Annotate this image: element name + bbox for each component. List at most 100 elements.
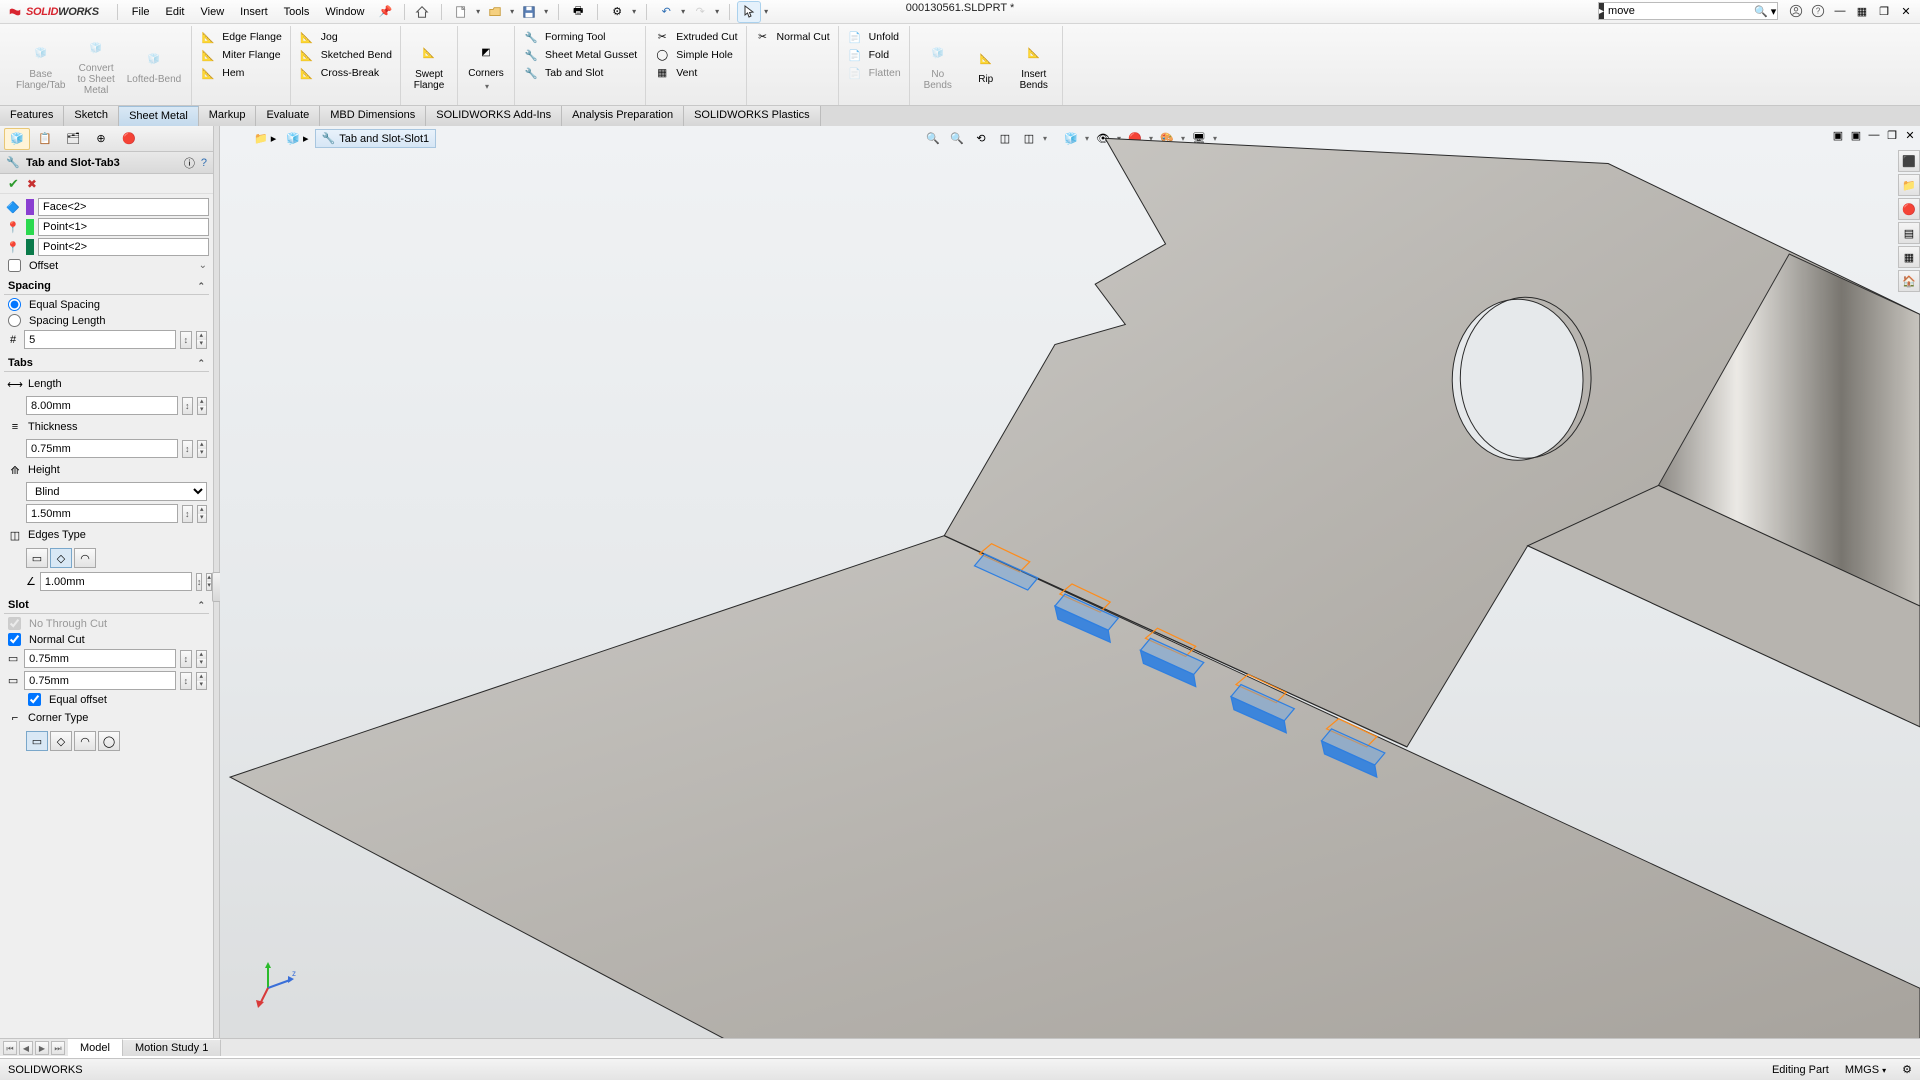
- cmdtab-solidworks-plastics[interactable]: SOLIDWORKS Plastics: [684, 106, 821, 126]
- search-input[interactable]: [1604, 5, 1754, 17]
- selection-face[interactable]: [38, 198, 209, 216]
- offset-checkbox[interactable]: [8, 259, 21, 272]
- close-button[interactable]: ✕: [1896, 2, 1916, 20]
- sketched-bend-button[interactable]: 📐Sketched Bend: [295, 46, 396, 64]
- normal-cut-button[interactable]: ✂Normal Cut: [751, 28, 834, 46]
- equal-spacing-radio[interactable]: [8, 298, 21, 311]
- edge-val-input[interactable]: [40, 572, 192, 591]
- new-button[interactable]: [450, 2, 472, 22]
- graphics-area[interactable]: 📁 ▸ 🧊 ▸ 🔧 Tab and Slot-Slot1 🔍 🔍 ⟲ ◫ ◫▾ …: [220, 126, 1920, 1056]
- extruded-cut-button[interactable]: ✂Extruded Cut: [650, 28, 741, 46]
- slot-l-input[interactable]: [24, 649, 176, 668]
- tabs-header[interactable]: Tabs⌃: [4, 355, 209, 372]
- simple-hole-button[interactable]: ◯Simple Hole: [650, 46, 741, 64]
- corner-fillet-button[interactable]: ◠: [74, 731, 96, 751]
- model-tab[interactable]: Model: [68, 1039, 123, 1056]
- swept-flange-button[interactable]: 📐Swept Flange: [405, 26, 453, 105]
- restore-button[interactable]: ❐: [1874, 2, 1894, 20]
- cmdtab-sheet-metal[interactable]: Sheet Metal: [119, 106, 199, 126]
- slot-header[interactable]: Slot⌃: [4, 597, 209, 614]
- cmdtab-analysis-preparation[interactable]: Analysis Preparation: [562, 106, 684, 126]
- config-manager-tab[interactable]: 🗂: [60, 128, 86, 150]
- minimize-button[interactable]: —: [1830, 2, 1850, 20]
- corner-round-button[interactable]: ◯: [98, 731, 120, 751]
- status-custom-icon[interactable]: ⚙: [1902, 1063, 1912, 1076]
- save-button[interactable]: [518, 2, 540, 22]
- menu-tools[interactable]: Tools: [276, 3, 318, 21]
- menu-file[interactable]: File: [124, 3, 158, 21]
- cmdtab-mbd-dimensions[interactable]: MBD Dimensions: [320, 106, 426, 126]
- corners-button[interactable]: ◩Corners▾: [462, 26, 510, 105]
- pin-icon[interactable]: 📌: [372, 5, 398, 18]
- spacing-count-input[interactable]: [24, 330, 176, 349]
- undo-button[interactable]: ↶: [655, 2, 677, 22]
- model-view[interactable]: [220, 126, 1920, 1056]
- cmdtab-solidworks-add-ins[interactable]: SOLIDWORKS Add-Ins: [426, 106, 562, 126]
- selection-point1[interactable]: [38, 218, 209, 236]
- edge-sharp-button[interactable]: ▭: [26, 548, 48, 568]
- print-button[interactable]: 🖶: [567, 2, 589, 22]
- cancel-button[interactable]: ✖: [27, 177, 37, 191]
- tab-last-button[interactable]: ⏭: [51, 1041, 65, 1055]
- spacing-header[interactable]: Spacing⌃: [4, 278, 209, 295]
- cmdtab-markup[interactable]: Markup: [199, 106, 257, 126]
- insert-bends-button[interactable]: 📐Insert Bends: [1010, 26, 1058, 105]
- tab-prev-button[interactable]: ◀: [19, 1041, 33, 1055]
- forming-tool-button[interactable]: 🔧Forming Tool: [519, 28, 641, 46]
- menu-insert[interactable]: Insert: [232, 3, 276, 21]
- sheet-metal-gusset-button[interactable]: 🔧Sheet Metal Gusset: [519, 46, 641, 64]
- height-type-select[interactable]: Blind: [26, 482, 207, 501]
- select-button[interactable]: [738, 2, 760, 22]
- property-manager-tab[interactable]: 📋: [32, 128, 58, 150]
- edge-flange-button[interactable]: 📐Edge Flange: [196, 28, 286, 46]
- hem-button[interactable]: 📐Hem: [196, 64, 286, 82]
- link-btn[interactable]: ↕: [180, 331, 191, 349]
- slot-w-input[interactable]: [24, 671, 176, 690]
- home-button[interactable]: [411, 2, 433, 22]
- fold-button[interactable]: 📄Fold: [843, 46, 905, 64]
- unfold-button[interactable]: 📄Unfold: [843, 28, 905, 46]
- help-button[interactable]: ?: [1808, 2, 1828, 20]
- height-input[interactable]: [26, 504, 178, 523]
- open-button[interactable]: [484, 2, 506, 22]
- pm-help2-icon[interactable]: ?: [201, 157, 207, 169]
- pm-help-icon[interactable]: ⓘ: [184, 155, 195, 171]
- normal-cut-checkbox[interactable]: [8, 633, 21, 646]
- svg-text:?: ?: [1816, 7, 1821, 16]
- spacing-length-radio[interactable]: [8, 314, 21, 327]
- display-manager-tab[interactable]: 🔴: [116, 128, 142, 150]
- rip-button[interactable]: 📐Rip: [962, 26, 1010, 105]
- vent-button[interactable]: ▦Vent: [650, 64, 741, 82]
- status-units[interactable]: MMGS ▾: [1845, 1064, 1886, 1076]
- tab-next-button[interactable]: ▶: [35, 1041, 49, 1055]
- length-input[interactable]: [26, 396, 178, 415]
- ok-button[interactable]: ✔: [8, 176, 19, 192]
- cmdtab-evaluate[interactable]: Evaluate: [256, 106, 320, 126]
- search-icon[interactable]: 🔍: [1754, 5, 1768, 18]
- tab-first-button[interactable]: ⏮: [3, 1041, 17, 1055]
- options-button[interactable]: ⚙: [606, 2, 628, 22]
- corner-sharp-button[interactable]: ▭: [26, 731, 48, 751]
- menu-edit[interactable]: Edit: [158, 3, 193, 21]
- cmdtab-sketch[interactable]: Sketch: [64, 106, 119, 126]
- command-search[interactable]: ▸ 🔍 ▾: [1598, 2, 1778, 20]
- layout-button[interactable]: ▦: [1852, 2, 1872, 20]
- thickness-input[interactable]: [26, 439, 178, 458]
- cmdtab-features[interactable]: Features: [0, 106, 64, 126]
- spin-count[interactable]: ▴▾: [196, 331, 207, 349]
- menu-window[interactable]: Window: [317, 3, 372, 21]
- equal-offset-checkbox[interactable]: [28, 693, 41, 706]
- feature-manager-tab[interactable]: 🧊: [4, 128, 30, 150]
- selection-point2[interactable]: [38, 238, 209, 256]
- edge-chamfer-button[interactable]: ◇: [50, 548, 72, 568]
- motion-study-tab[interactable]: Motion Study 1: [123, 1039, 221, 1056]
- cross-break-button[interactable]: 📐Cross-Break: [295, 64, 396, 82]
- tab-and-slot-button[interactable]: 🔧Tab and Slot: [519, 64, 641, 82]
- login-button[interactable]: [1786, 2, 1806, 20]
- dim-manager-tab[interactable]: ⊕: [88, 128, 114, 150]
- corner-chamfer-button[interactable]: ◇: [50, 731, 72, 751]
- jog-button[interactable]: 📐Jog: [295, 28, 396, 46]
- menu-view[interactable]: View: [193, 3, 233, 21]
- edge-fillet-button[interactable]: ◠: [74, 548, 96, 568]
- miter-flange-button[interactable]: 📐Miter Flange: [196, 46, 286, 64]
